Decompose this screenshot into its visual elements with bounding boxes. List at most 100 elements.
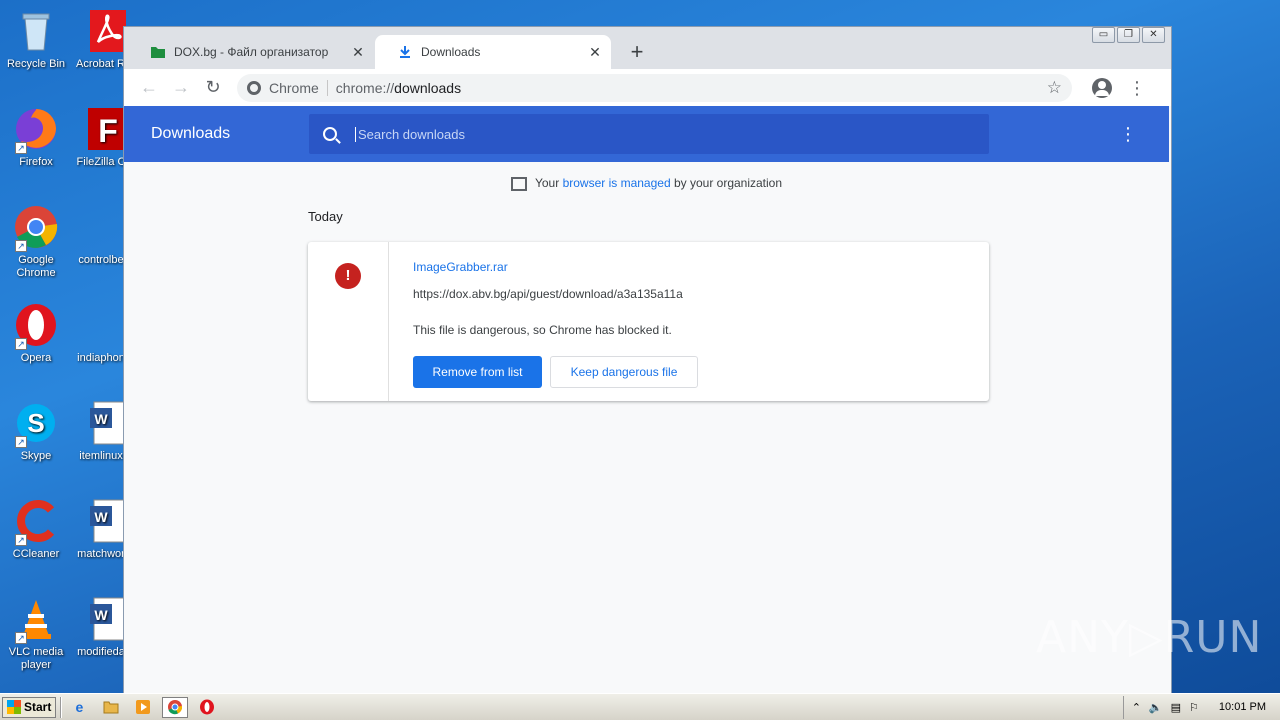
danger-description: This file is dangerous, so Chrome has bl… (413, 323, 672, 337)
ie-taskbar-icon[interactable]: e (66, 697, 92, 718)
tab-strip: DOX.bg - Файл организатор ✕ Downloads ✕ … (124, 35, 1171, 69)
file-url[interactable]: https://dox.abv.bg/api/guest/download/a3… (413, 287, 683, 301)
page-title: Downloads (151, 125, 231, 142)
desktop-icon-ccleaner[interactable]: ↗ CCleaner (1, 498, 71, 561)
bookmark-star-icon[interactable]: ☆ (1047, 78, 1062, 98)
svg-text:W: W (94, 509, 108, 525)
desktop-icon-modifieda[interactable]: W modifieda (76, 596, 126, 659)
new-tab-button[interactable]: + (624, 39, 650, 65)
chrome-taskbar-icon[interactable] (162, 696, 189, 718)
omnibox-url-host: downloads (394, 79, 462, 96)
filezilla-icon: F (86, 106, 126, 152)
desktop-icon-label: Google Chrome (16, 254, 56, 279)
desktop-icon-label: itemlinux (79, 450, 123, 462)
desktop-icon-opera[interactable]: ↗ Opera (1, 302, 71, 365)
desktop-icon-indiaphon[interactable]: indiaphon (76, 352, 126, 365)
file-name: ImageGrabber.rar (413, 260, 508, 274)
printer-icon[interactable]: ▤ (1171, 701, 1181, 714)
anyrun-watermark: ANY▷RUN (1036, 612, 1263, 663)
download-item: ! ImageGrabber.rar https://dox.abv.bg/ap… (308, 242, 989, 401)
ccleaner-icon: ↗ (13, 498, 59, 546)
svg-text:F: F (98, 113, 118, 149)
profile-icon[interactable] (1092, 77, 1112, 98)
windows-logo-icon (7, 700, 21, 714)
desktop-icon-label: modifieda (77, 646, 125, 658)
desktop-icon-label: matchwor (77, 548, 125, 560)
opera-icon: ↗ (13, 302, 59, 350)
start-label: Start (24, 700, 52, 714)
desktop-icon-itemlinux[interactable]: W itemlinux (76, 400, 126, 463)
show-hidden-icons-icon[interactable]: ⌃ (1132, 701, 1141, 714)
downloads-header: Downloads ⋮ (124, 106, 1169, 162)
tab-title: Downloads (421, 45, 481, 59)
back-button[interactable]: ← (133, 77, 165, 98)
more-actions-icon[interactable]: ⋮ (1119, 125, 1137, 143)
remove-from-list-button[interactable]: Remove from list (413, 356, 542, 388)
desktop-icon-firefox[interactable]: ↗ Firefox (1, 106, 71, 169)
close-tab-icon[interactable]: ✕ (348, 44, 368, 61)
desktop-icon-label: controlbe (78, 254, 124, 266)
forward-button[interactable]: → (165, 77, 197, 98)
download-icon (397, 44, 413, 60)
managed-suffix: by your organization (670, 176, 783, 190)
tab-title: DOX.bg - Файл организатор (174, 45, 329, 59)
svg-text:W: W (94, 607, 108, 623)
explorer-taskbar-icon[interactable] (98, 697, 124, 718)
tab-downloads[interactable]: Downloads ✕ (375, 35, 611, 69)
flag-icon[interactable]: ⚐ (1189, 701, 1199, 714)
desktop-icon-vlc[interactable]: ↗ VLC media player (1, 596, 71, 672)
desktop-icon-label: indiaphon (77, 352, 125, 364)
desktop-icon-acrobat[interactable]: Acrobat Reader (76, 8, 126, 71)
omnibox-divider (326, 79, 328, 96)
taskbar: Start e ⌃ 🔈 ▤ ⚐ 10:01 PM (0, 693, 1280, 720)
search-icon (323, 127, 337, 141)
desktop-icon-chrome[interactable]: ↗ Google Chrome (1, 204, 71, 280)
chrome-page-icon (247, 80, 261, 95)
media-player-taskbar-icon[interactable] (130, 697, 156, 718)
desktop-icon-label: VLC media player (8, 646, 64, 671)
keep-dangerous-file-button[interactable]: Keep dangerous file (550, 356, 698, 388)
word-doc-icon: W (88, 400, 126, 446)
search-box[interactable] (309, 114, 989, 154)
clock[interactable]: 10:01 PM (1219, 701, 1266, 713)
desktop-icon-label: CCleaner (12, 548, 60, 560)
address-bar[interactable]: Chrome chrome:// downloads ☆ (237, 73, 1072, 102)
desktop-icon-controlbe[interactable]: controlbe (76, 254, 126, 267)
download-item-icon-column: ! (308, 242, 389, 401)
desktop-icon-label: Firefox (19, 156, 53, 168)
date-heading: Today (308, 209, 343, 224)
word-doc-icon: W (88, 596, 126, 642)
search-input[interactable] (355, 126, 955, 142)
omnibox-url-prefix: chrome:// (335, 79, 395, 96)
recycle-bin-icon (13, 8, 59, 54)
speaker-icon[interactable]: 🔈 (1149, 701, 1163, 714)
reload-button[interactable]: ↻ (197, 77, 229, 98)
close-tab-icon[interactable]: ✕ (585, 44, 605, 61)
opera-taskbar-icon[interactable] (194, 697, 220, 718)
vlc-icon: ↗ (13, 596, 59, 644)
acrobat-icon (86, 8, 126, 54)
tab-dox[interactable]: DOX.bg - Файл организатор ✕ (128, 35, 374, 69)
desktop-icon-matchwor[interactable]: W matchwor (76, 498, 126, 561)
desktop-icon-skype[interactable]: S ↗ Skype (1, 400, 71, 463)
firefox-icon: ↗ (13, 106, 59, 154)
desktop-icon-label: Opera (20, 352, 52, 364)
start-button[interactable]: Start (2, 696, 57, 718)
danger-icon: ! (335, 263, 361, 289)
chrome-icon: ↗ (13, 204, 59, 252)
managed-notice: Your browser is managed by your organiza… (124, 176, 1169, 191)
folder-icon (150, 44, 166, 60)
desktop-icon-label: Acrobat Reader (76, 58, 126, 70)
desktop-icon-recycle-bin[interactable]: Recycle Bin (1, 8, 71, 71)
downloads-page: Downloads ⋮ Your browser is managed by y… (124, 106, 1171, 695)
managed-prefix: Your (534, 176, 563, 190)
taskbar-separator (60, 696, 63, 718)
chrome-menu-icon[interactable]: ⋮ (1128, 79, 1146, 97)
managed-link[interactable]: browser is managed (563, 176, 671, 190)
building-icon (510, 176, 527, 191)
svg-text:S: S (27, 408, 44, 438)
word-doc-icon: W (88, 498, 126, 544)
system-tray: ⌃ 🔈 ▤ ⚐ 10:01 PM (1122, 695, 1280, 719)
desktop-icon-filezilla[interactable]: F FileZilla C (76, 106, 126, 169)
chrome-window: ▭ ❐ ✕ DOX.bg - Файл организатор ✕ Downlo… (123, 26, 1172, 695)
